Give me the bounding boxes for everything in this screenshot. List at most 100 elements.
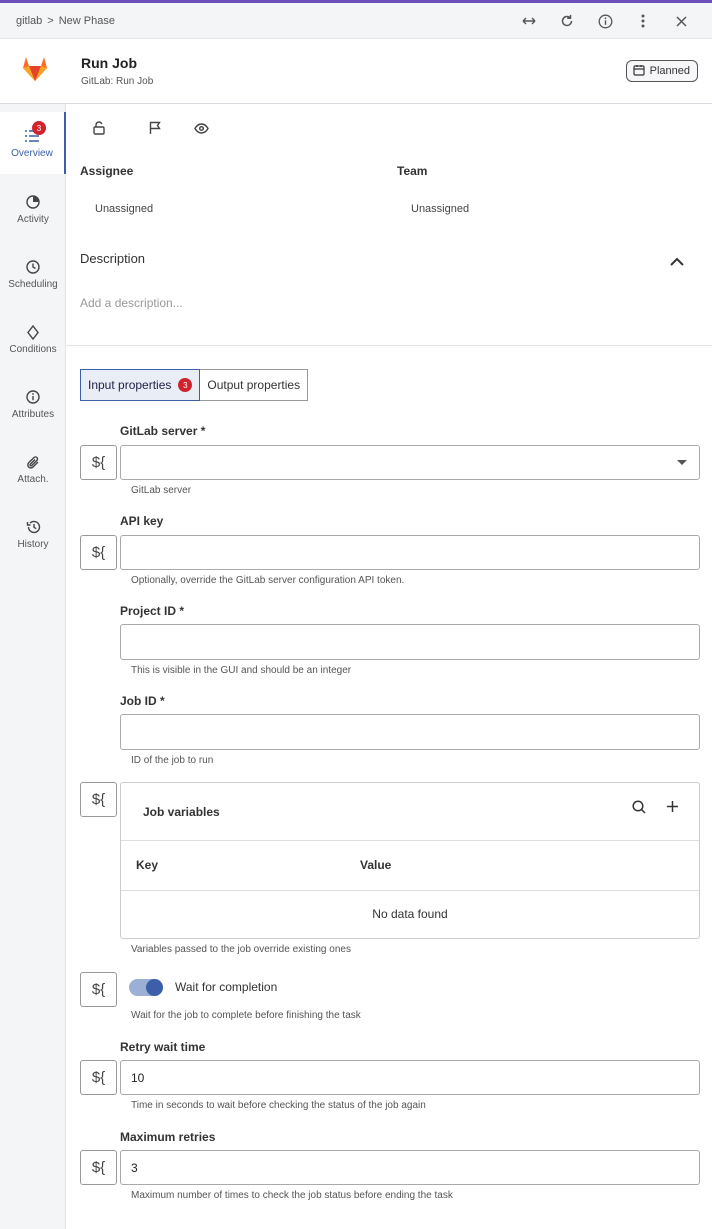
sidebar-item-scheduling[interactable]: Scheduling [0,243,66,305]
job-id-help: ID of the job to run [131,755,214,766]
input-count-badge: 3 [178,378,193,392]
sidebar-item-label: Conditions [9,344,57,355]
max-retries-help: Maximum number of times to check the job… [131,1190,453,1201]
assignee-label: Assignee [80,164,134,178]
info-icon [26,388,40,406]
api-key-input[interactable] [120,535,700,570]
chevron-up-icon[interactable] [670,253,684,271]
calendar-icon [633,64,645,79]
task-toolbar [90,121,224,135]
sidebar-item-label: Activity [17,214,49,225]
project-id-label: Project ID * [120,604,185,618]
sidebar-item-history[interactable]: History [0,503,66,565]
flag-icon[interactable] [132,121,178,135]
breadcrumb-current[interactable]: New Phase [59,15,115,27]
retry-wait-label: Retry wait time [120,1040,206,1054]
api-key-help: Optionally, override the GitLab server c… [131,575,405,586]
sidebar-item-label: Scheduling [8,279,58,290]
sidebar-item-label: Overview [11,148,53,159]
refresh-icon[interactable] [548,3,586,39]
project-id-help: This is visible in the GUI and should be… [131,665,352,676]
table-divider [121,840,699,841]
team-value[interactable]: Unassigned [411,203,469,215]
breadcrumb: gitlab > New Phase [16,15,115,27]
breadcrumb-root[interactable]: gitlab [16,15,42,27]
job-variables-help: Variables passed to the job override exi… [131,944,351,955]
wait-for-completion-label: Wait for completion [175,980,278,994]
sidebar-item-attributes[interactable]: Attributes [0,373,66,435]
api-key-label: API key [120,514,164,528]
retry-wait-expression-toggle[interactable]: ${ [80,1060,117,1095]
description-placeholder[interactable]: Add a description... [80,296,183,310]
tab-input-label: Input properties [88,378,172,392]
sidebar-item-label: Attributes [11,409,55,420]
gitlab-server-help: GitLab server [131,485,192,496]
sidebar-item-label: History [17,539,49,550]
assignee-value[interactable]: Unassigned [95,203,153,215]
job-variables-table: Job variables Key Value No data found [120,782,700,939]
activity-icon [26,193,40,211]
close-icon[interactable] [662,3,700,39]
properties-tabs: Input properties 3 Output properties [80,369,309,401]
add-icon[interactable] [666,800,679,819]
gitlab-server-label: GitLab server * [120,424,206,438]
job-variables-expression-toggle[interactable]: ${ [80,782,117,817]
sidebar-item-overview[interactable]: 3 Overview [0,112,66,174]
more-vertical-icon[interactable] [624,3,662,39]
wait-for-completion-toggle[interactable] [129,979,163,996]
search-icon[interactable] [632,800,646,819]
info-icon[interactable] [586,3,624,39]
job-id-label: Job ID * [120,694,165,708]
sidebar-item-attachments[interactable]: Attach. [0,438,66,500]
diamond-icon [27,323,39,341]
column-header-value[interactable]: Value [360,858,391,872]
main-panel: Assignee Unassigned Team Unassigned Desc… [66,104,712,1229]
empty-state-text: No data found [372,907,448,921]
task-title: Run Job [81,55,137,71]
retry-wait-help: Time in seconds to wait before checking … [131,1100,426,1111]
job-variables-actions [632,800,679,819]
job-variables-title: Job variables [143,805,220,819]
description-label: Description [80,251,146,266]
project-id-input[interactable] [120,624,700,660]
eye-icon[interactable] [178,121,224,135]
gitlab-logo-icon [18,51,52,85]
tab-output-properties[interactable]: Output properties [200,369,309,401]
list-icon: 3 [24,121,46,145]
task-header: Run Job GitLab: Run Job Planned [0,39,712,104]
history-icon [26,518,41,536]
tab-input-properties[interactable]: Input properties 3 [80,369,201,401]
sidebar-item-activity[interactable]: Activity [0,178,66,240]
tab-output-label: Output properties [207,378,301,392]
window-controls [510,3,700,39]
gitlab-server-select[interactable] [120,445,700,480]
retry-wait-input[interactable]: 10 [120,1060,700,1095]
section-divider [66,345,712,346]
job-id-input[interactable] [120,714,700,750]
sidebar-item-label: Attach. [17,474,49,485]
expand-horizontal-icon[interactable] [510,3,548,39]
gitlab-server-expression-toggle[interactable]: ${ [80,445,117,480]
top-bar: gitlab > New Phase [0,3,712,39]
api-key-expression-toggle[interactable]: ${ [80,535,117,570]
toggle-knob [146,979,163,996]
max-retries-label: Maximum retries [120,1130,216,1144]
clock-icon [26,258,40,276]
column-header-key[interactable]: Key [136,858,158,872]
breadcrumb-separator: > [47,14,54,27]
wait-for-completion-help: Wait for the job to complete before fini… [131,1010,361,1021]
paperclip-icon [26,453,40,471]
max-retries-expression-toggle[interactable]: ${ [80,1150,117,1185]
max-retries-input[interactable]: 3 [120,1150,700,1185]
dropdown-arrow-icon [677,460,687,465]
status-badge[interactable]: Planned [625,60,698,82]
sidebar: 3 Overview Activity Scheduling Condition… [0,104,66,1229]
team-label: Team [397,164,428,178]
unlock-icon[interactable] [90,121,108,135]
task-subtitle: GitLab: Run Job [81,76,154,87]
overview-badge: 3 [32,121,46,135]
table-divider [121,890,699,891]
wait-expression-toggle[interactable]: ${ [80,972,117,1007]
status-badge-label: Planned [649,65,690,77]
sidebar-item-conditions[interactable]: Conditions [0,308,66,370]
